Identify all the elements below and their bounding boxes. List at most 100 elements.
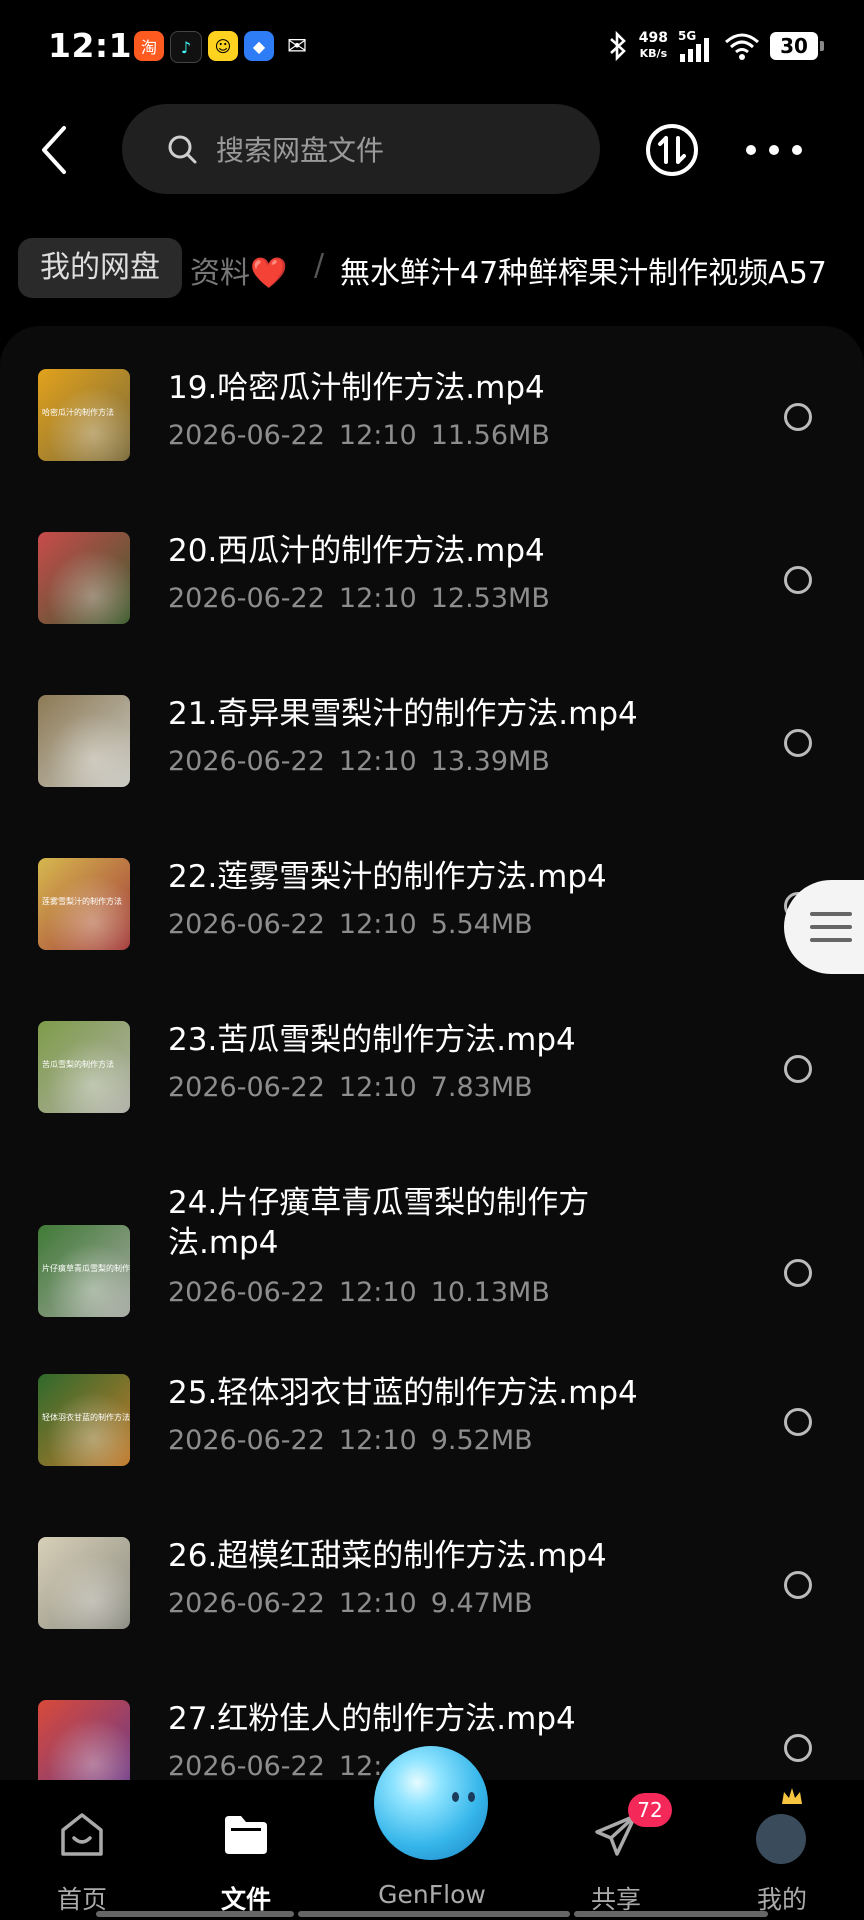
file-time: 12:10 (338, 909, 417, 940)
gesture-bar-segment (574, 1911, 768, 1917)
file-name: 19.哈密瓜汁制作方法.mp4 (168, 370, 545, 406)
file-row[interactable]: 哈密瓜汁的制作方法 19.哈密瓜汁制作方法.mp4 2026-06-22 12:10 1… (0, 366, 864, 516)
file-row[interactable]: 26.超模红甜菜的制作方法.mp4 2026-06-22 12:10 9.47MB (0, 1534, 864, 1684)
select-radio[interactable] (784, 1408, 812, 1436)
file-time: 12: (338, 1751, 383, 1780)
tab-home[interactable]: 首页 (22, 1780, 142, 1920)
file-size: 7.83MB (430, 1072, 533, 1103)
file-name: 22.莲雾雪梨汁的制作方法.mp4 (168, 859, 607, 895)
file-row[interactable]: 21.奇异果雪梨汁的制作方法.mp4 2026-06-22 12:10 13.39MB (0, 692, 864, 842)
video-thumbnail: 苦瓜雪梨的制作方法 (38, 1021, 130, 1113)
file-name: 27.红粉佳人的制作方法.mp4 (168, 1701, 576, 1737)
select-radio[interactable] (784, 403, 812, 431)
file-date: 2026-06-22 (168, 1072, 325, 1103)
file-time: 12:10 (338, 746, 417, 777)
file-meta: 2026-06-22 12:10 7.83MB (168, 1072, 547, 1103)
breadcrumb-current: 無水鲜汁47种鲜榨果汁制作视频A57 (340, 256, 827, 291)
thumbnail-caption: 片仔癀草青瓜雪梨的制作方法 (42, 1264, 130, 1273)
file-row[interactable]: 莲雾雪梨汁的制作方法 22.莲雾雪梨汁的制作方法.mp4 2026-06-22 12:… (0, 855, 864, 1005)
file-size: 11.56MB (430, 420, 550, 451)
file-meta: 2026-06-22 12:10 11.56MB (168, 420, 564, 451)
share-count-badge: 72 (628, 1793, 672, 1827)
select-radio[interactable] (784, 1055, 812, 1083)
file-meta: 2026-06-22 12:10 5.54MB (168, 909, 547, 940)
thumbnail-caption: 苦瓜雪梨的制作方法 (42, 1060, 114, 1069)
tab-files[interactable]: 文件 (186, 1780, 306, 1920)
file-size: 9.47MB (430, 1588, 533, 1619)
search-input[interactable]: 搜索网盘文件 (122, 104, 600, 194)
file-time: 12:10 (338, 1588, 417, 1619)
taobao-icon: 淘 (134, 31, 164, 61)
eye-icon (468, 1792, 475, 1802)
file-row[interactable]: 20.西瓜汁的制作方法.mp4 2026-06-22 12:10 12.53MB (0, 529, 864, 679)
thumbnail-caption: 哈密瓜汁的制作方法 (42, 408, 114, 417)
transfer-sort-button[interactable] (644, 122, 700, 178)
select-radio[interactable] (784, 1734, 812, 1762)
more-dot-icon (792, 145, 802, 155)
video-thumbnail: 哈密瓜汁的制作方法 (38, 369, 130, 461)
gesture-bar-segment (298, 1911, 570, 1917)
file-meta: 2026-06-22 12:10 9.52MB (168, 1425, 547, 1456)
tab-genflow-label: GenFlow (378, 1880, 486, 1909)
search-icon (168, 135, 197, 164)
file-size: 13.39MB (430, 746, 550, 777)
file-time: 12:10 (338, 1425, 417, 1456)
file-name: 25.轻体羽衣甘蓝的制作方法.mp4 (168, 1375, 638, 1411)
file-meta: 2026-06-22 12:10 12.53MB (168, 583, 564, 614)
video-thumbnail: 轻体羽衣甘蓝的制作方法 (38, 1374, 130, 1466)
home-icon (61, 1813, 103, 1856)
more-dot-icon (769, 145, 779, 155)
file-name: 21.奇异果雪梨汁的制作方法.mp4 (168, 696, 638, 732)
file-size: 9.52MB (430, 1425, 533, 1456)
wechat-icon: ✉ (286, 32, 308, 60)
video-thumbnail (38, 1700, 130, 1780)
file-row[interactable]: 轻体羽衣甘蓝的制作方法 25.轻体羽衣甘蓝的制作方法.mp4 2026-06-22 1… (0, 1371, 864, 1521)
file-name: 20.西瓜汁的制作方法.mp4 (168, 533, 545, 569)
genflow-ball-icon[interactable] (374, 1746, 488, 1860)
file-date: 2026-06-22 (168, 909, 325, 940)
file-row[interactable]: 片仔癀草青瓜雪梨的制作方法 24.片仔癀草青瓜雪梨的制作方法.mp4 2026-06… (0, 1181, 864, 1366)
thumbnail-caption: 莲雾雪梨汁的制作方法 (42, 897, 122, 906)
file-name: 24.片仔癀草青瓜雪梨的制作方法.mp4 (168, 1185, 590, 1261)
file-date: 2026-06-22 (168, 420, 325, 451)
cellular-signal-icon: 5G (678, 30, 714, 62)
file-date: 2026-06-22 (168, 583, 325, 614)
bluetooth-icon (609, 31, 626, 61)
app-yellow-icon: ☺ (208, 31, 238, 61)
breadcrumb: 资料❤️ / 無水鲜汁47种鲜榨果汁制作视频A57 我的网盘 (0, 234, 864, 306)
file-time: 12:10 (338, 583, 417, 614)
avatar[interactable] (756, 1814, 806, 1864)
more-options-button[interactable] (746, 130, 802, 170)
eye-icon (452, 1792, 459, 1802)
search-placeholder: 搜索网盘文件 (216, 134, 385, 167)
douyin-icon: ♪ (170, 31, 202, 63)
select-radio[interactable] (784, 729, 812, 757)
file-list: 哈密瓜汁的制作方法 19.哈密瓜汁制作方法.mp4 2026-06-22 12:10 1… (0, 326, 864, 1780)
file-date: 2026-06-22 (168, 1425, 325, 1456)
video-thumbnail (38, 532, 130, 624)
file-time: 12:10 (338, 420, 417, 451)
wifi-icon (725, 33, 759, 60)
file-name: 26.超模红甜菜的制作方法.mp4 (168, 1538, 607, 1574)
breadcrumb-root[interactable]: 我的网盘 (18, 238, 182, 298)
battery-indicator: 30 (770, 32, 824, 60)
breadcrumb-parent[interactable]: 资料❤️ (190, 248, 287, 292)
file-size: 12.53MB (430, 583, 550, 614)
select-radio[interactable] (784, 566, 812, 594)
net-speed: 498 KB/s (638, 30, 668, 61)
select-radio[interactable] (784, 1571, 812, 1599)
video-thumbnail: 片仔癀草青瓜雪梨的制作方法 (38, 1225, 130, 1317)
file-row[interactable]: 苦瓜雪梨的制作方法 23.苦瓜雪梨的制作方法.mp4 2026-06-22 12:10… (0, 1018, 864, 1168)
file-time: 12:10 (338, 1277, 417, 1308)
file-date: 2026-06-22 (168, 1751, 325, 1780)
file-name: 23.苦瓜雪梨的制作方法.mp4 (168, 1022, 576, 1058)
select-radio[interactable] (784, 1259, 812, 1287)
folder-icon (225, 1816, 267, 1854)
back-button[interactable] (34, 122, 74, 178)
status-bar: 12:11 淘 ♪ ☺ ◆ ✉ 498 KB/s 5G 30 (0, 0, 864, 95)
gesture-bar-segment (96, 1911, 294, 1917)
file-meta: 2026-06-22 12:10 9.47MB (168, 1588, 547, 1619)
file-date: 2026-06-22 (168, 746, 325, 777)
file-time: 12:10 (338, 1072, 417, 1103)
crown-icon (782, 1788, 802, 1804)
